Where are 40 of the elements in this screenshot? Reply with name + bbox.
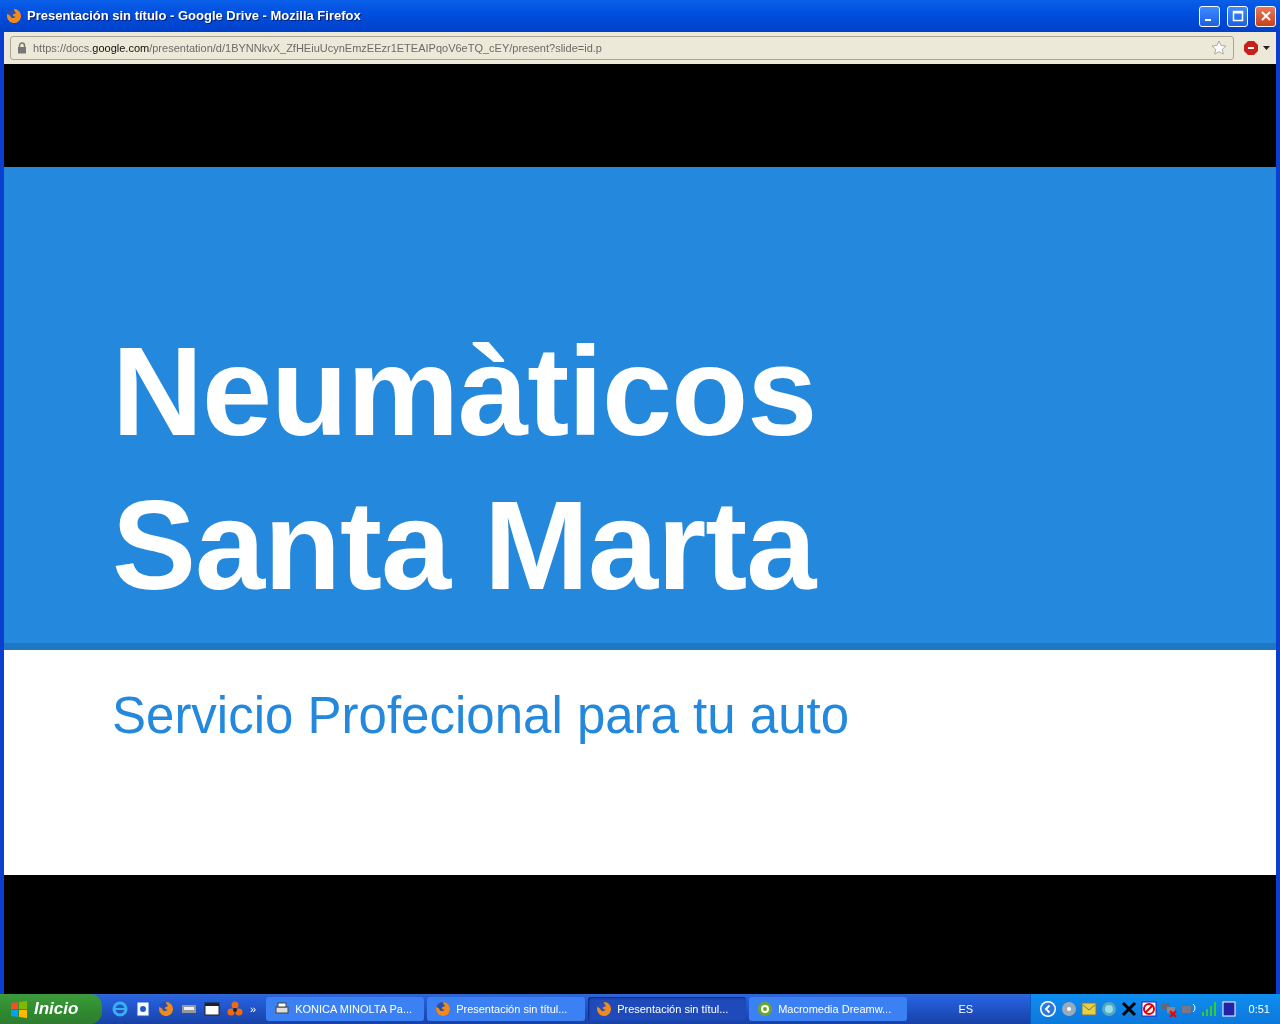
printer-icon	[274, 1001, 291, 1017]
slide-title: Neumàticos Santa Marta	[112, 320, 818, 618]
overflow-button[interactable]: »	[250, 1000, 257, 1018]
taskbar-button[interactable]: Macromedia Dreamw...	[749, 997, 908, 1021]
browser-icon	[596, 1001, 613, 1017]
star-icon[interactable]	[1211, 40, 1227, 56]
browser-e-icon[interactable]	[112, 1001, 128, 1017]
browser-icon	[435, 1001, 452, 1017]
taskbar-button[interactable]: Presentación sin títul...	[427, 997, 586, 1021]
url-text: https://docs.google.com/presentation/d/1BYNNkvX_ZfHEiuUcynEmzEEzr1ETEAIPqoV6eTQ_cEY/present?slide=id.p	[33, 40, 603, 56]
window-title: Presentación sin título - Google Drive - Mozilla Firefox	[27, 7, 362, 26]
close-button[interactable]	[1255, 5, 1276, 27]
ring-icon[interactable]	[1100, 1001, 1117, 1017]
app-icon	[757, 1001, 774, 1017]
clock: 0:51	[1248, 1001, 1270, 1017]
stop-sign-icon[interactable]	[1244, 41, 1270, 55]
address-bar[interactable]: https://docs.google.com/presentation/d/1BYNNkvX_ZfHEiuUcynEmzEEzr1ETEAIPqoV6eTQ_cEY/present?slide=id.p	[10, 36, 1234, 60]
molecule-icon[interactable]	[227, 1001, 243, 1017]
taskbar-button[interactable]: Presentación sin títul...	[588, 997, 747, 1021]
slide-subtitle: Servicio Profecional para tu auto	[112, 686, 851, 746]
minimize-button[interactable]	[1199, 5, 1220, 27]
maximize-icon	[1231, 10, 1244, 22]
crossed-icon[interactable]	[1120, 1001, 1137, 1017]
maximize-button[interactable]	[1227, 5, 1248, 27]
language-indicator[interactable]: ES	[958, 1000, 974, 1018]
close-icon	[1259, 10, 1272, 22]
browser-icon	[6, 8, 22, 24]
browser-icon[interactable]	[158, 1001, 174, 1017]
no-entry-icon[interactable]	[1140, 1001, 1157, 1017]
expand-arrow-icon[interactable]	[1038, 1000, 1057, 1018]
disc-icon[interactable]	[1060, 1001, 1077, 1017]
envelope-icon[interactable]	[1080, 1001, 1097, 1017]
lock-icon	[17, 42, 27, 54]
book-icon[interactable]	[1220, 1001, 1237, 1017]
minimize-icon	[1204, 19, 1211, 21]
window-icon[interactable]	[204, 1001, 220, 1017]
page-icon[interactable]	[135, 1001, 151, 1017]
windows-logo-icon	[10, 1000, 28, 1018]
start-button[interactable]: Inicio	[0, 994, 102, 1024]
taskbar-button[interactable]: KONICA MINOLTA Pa...	[266, 997, 425, 1021]
